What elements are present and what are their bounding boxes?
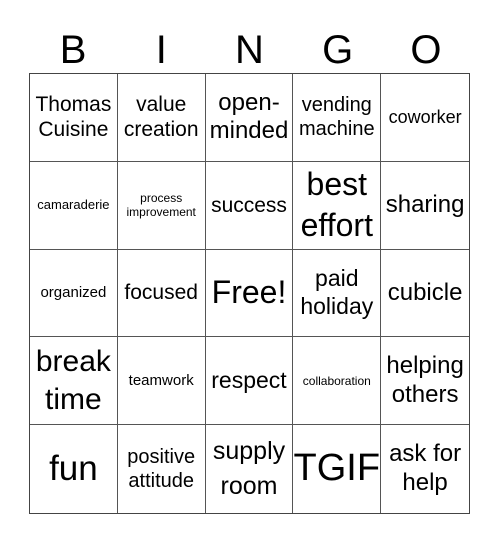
bingo-cell[interactable]: best effort bbox=[293, 161, 382, 250]
bingo-cell[interactable]: positive attitude bbox=[118, 425, 206, 513]
header-letter-n: N bbox=[235, 28, 264, 72]
header-letter-o: O bbox=[410, 28, 442, 72]
bingo-header: B I N G O bbox=[29, 28, 470, 73]
bingo-cell[interactable]: supply room bbox=[206, 425, 294, 513]
free-space-cell[interactable]: Free! bbox=[205, 249, 294, 338]
bingo-cell[interactable]: camaraderie bbox=[30, 161, 118, 250]
bingo-cell[interactable]: ask for help bbox=[381, 425, 469, 513]
bingo-cell[interactable]: Thomas Cuisine bbox=[30, 74, 118, 162]
header-letter-b: B bbox=[59, 28, 87, 72]
bingo-cell[interactable]: process improvement bbox=[117, 161, 206, 250]
bingo-cell[interactable]: teamwork bbox=[117, 337, 206, 426]
bingo-cell[interactable]: sharing bbox=[381, 162, 469, 250]
bingo-cell[interactable]: paid holiday bbox=[293, 249, 382, 338]
bingo-cell[interactable]: helping others bbox=[381, 337, 469, 426]
bingo-cell[interactable]: cubicle bbox=[381, 250, 469, 338]
bingo-cell[interactable]: open-minded bbox=[205, 74, 294, 162]
bingo-cell[interactable]: respect bbox=[205, 337, 294, 426]
bingo-cell[interactable]: success bbox=[205, 161, 294, 250]
bingo-cell[interactable]: value creation bbox=[117, 74, 206, 162]
bingo-cell[interactable]: organized bbox=[30, 249, 118, 338]
bingo-board: Thomas Cuisine value creation open-minde… bbox=[29, 73, 470, 514]
bingo-cell[interactable]: fun bbox=[30, 425, 118, 513]
header-letter-g: G bbox=[322, 28, 354, 72]
bingo-cell[interactable]: vending machine bbox=[293, 74, 382, 162]
header-letter-i: I bbox=[155, 28, 167, 72]
bingo-cell[interactable]: focused bbox=[117, 249, 206, 338]
bingo-cell[interactable]: break time bbox=[30, 337, 118, 426]
bingo-cell[interactable]: collaboration bbox=[293, 337, 382, 426]
bingo-cell[interactable]: TGIF bbox=[293, 425, 382, 513]
bingo-cell[interactable]: coworker bbox=[381, 74, 469, 162]
